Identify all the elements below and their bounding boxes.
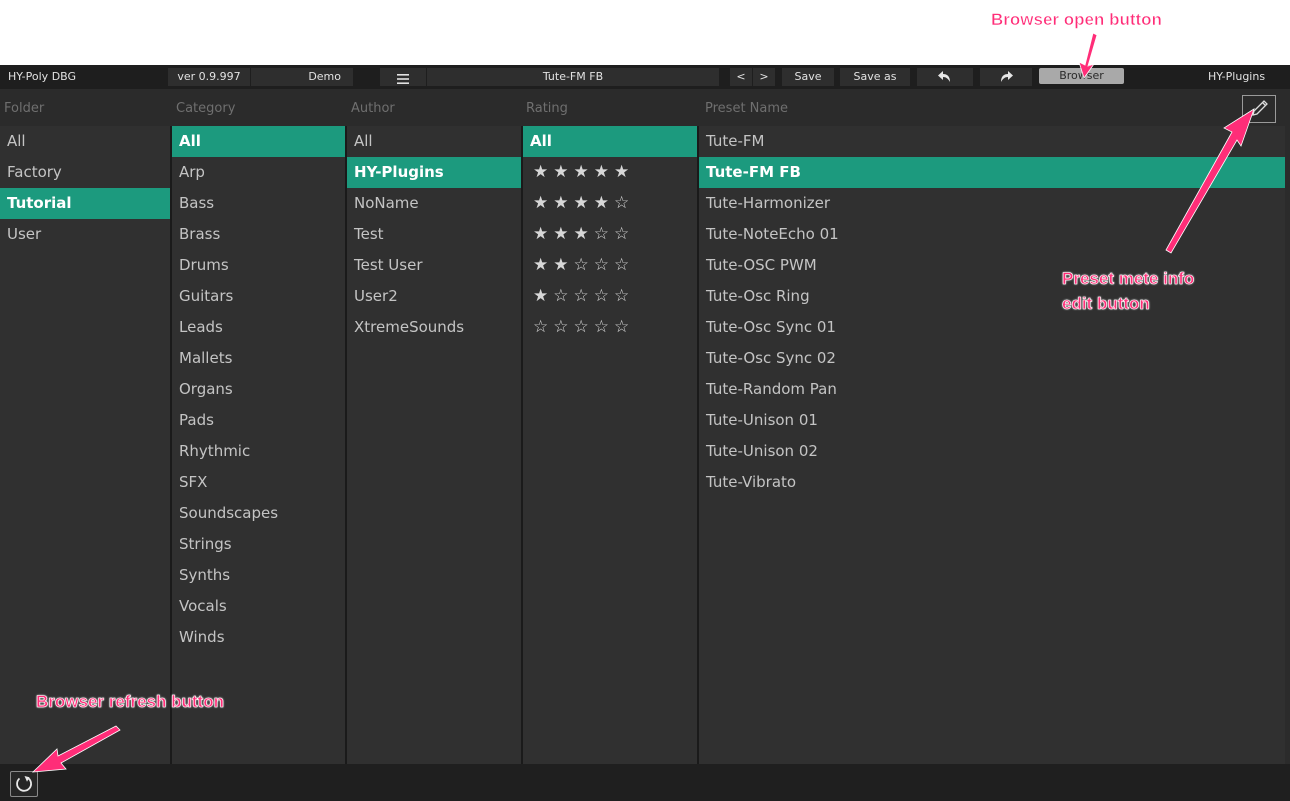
folder-list: All Factory Tutorial User <box>0 126 170 764</box>
rating-item[interactable]: All <box>523 126 697 157</box>
category-item[interactable]: SFX <box>172 467 345 498</box>
rating-list: All ★★★★★ ★★★★☆ ★★★☆☆ ★★☆☆☆ ★☆☆☆☆ ☆☆☆☆☆ <box>523 126 697 764</box>
folder-header: Folder <box>4 101 45 116</box>
rating-item[interactable]: ★★☆☆☆ <box>523 250 697 281</box>
demo-mode-button[interactable]: Demo <box>251 68 353 86</box>
annotation-browser-open: Browser open button <box>991 10 1163 30</box>
author-item[interactable]: XtremeSounds <box>347 312 521 343</box>
plugin-name: HY-Poly DBG <box>8 70 77 83</box>
author-item[interactable]: HY-Plugins <box>347 157 521 188</box>
hamburger-icon <box>397 72 409 84</box>
folder-item[interactable]: Tutorial <box>0 188 170 219</box>
next-preset-button[interactable]: > <box>753 68 775 86</box>
undo-button[interactable] <box>917 68 973 86</box>
redo-button[interactable] <box>980 68 1032 86</box>
top-bar: HY-Poly DBG ver 0.9.997 Demo Tute-FM FB … <box>0 65 1290 89</box>
pencil-icon <box>1243 100 1275 126</box>
category-item[interactable]: Brass <box>172 219 345 250</box>
category-item[interactable]: Soundscapes <box>172 498 345 529</box>
author-header: Author <box>351 101 395 116</box>
category-item[interactable]: Rhythmic <box>172 436 345 467</box>
preset-item[interactable]: Tute-Vibrato <box>699 467 1285 498</box>
preset-item[interactable]: Tute-OSC PWM <box>699 250 1285 281</box>
preset-item[interactable]: Tute-FM FB <box>699 157 1285 188</box>
rating-item[interactable]: ★★★☆☆ <box>523 219 697 250</box>
category-item[interactable]: Bass <box>172 188 345 219</box>
bottom-bar <box>0 764 1290 801</box>
category-item[interactable]: Mallets <box>172 343 345 374</box>
rating-header: Rating <box>526 101 568 116</box>
preset-item[interactable]: Tute-Random Pan <box>699 374 1285 405</box>
author-item[interactable]: NoName <box>347 188 521 219</box>
redo-icon <box>999 71 1013 87</box>
category-item[interactable]: Vocals <box>172 591 345 622</box>
preset-item[interactable]: Tute-FM <box>699 126 1285 157</box>
category-item[interactable]: Organs <box>172 374 345 405</box>
annotation-preset-edit-line2: edit button <box>1062 294 1150 314</box>
category-item[interactable]: Drums <box>172 250 345 281</box>
rating-item[interactable]: ★★★★★ <box>523 157 697 188</box>
category-item[interactable]: Leads <box>172 312 345 343</box>
category-list: All Arp Bass Brass Drums Guitars Leads Mallets O… <box>172 126 345 764</box>
browser-open-button[interactable]: Browser <box>1039 68 1124 84</box>
browser-refresh-button[interactable] <box>10 771 38 797</box>
preset-item[interactable]: Tute-Unison 02 <box>699 436 1285 467</box>
refresh-icon <box>11 776 37 800</box>
preset-item[interactable]: Tute-Unison 01 <box>699 405 1285 436</box>
undo-icon <box>938 71 952 87</box>
category-item[interactable]: All <box>172 126 345 157</box>
folder-item[interactable]: Factory <box>0 157 170 188</box>
preset-list: Tute-FM Tute-FM FB Tute-Harmonizer Tute-Not… <box>699 126 1285 764</box>
author-item[interactable]: User2 <box>347 281 521 312</box>
preset-item[interactable]: Tute-Osc Ring <box>699 281 1285 312</box>
category-item[interactable]: Synths <box>172 560 345 591</box>
preset-item[interactable]: Tute-Osc Sync 01 <box>699 312 1285 343</box>
menu-button[interactable] <box>380 68 426 86</box>
preset-meta-edit-button[interactable] <box>1242 95 1276 123</box>
category-item[interactable]: Pads <box>172 405 345 436</box>
category-item[interactable]: Arp <box>172 157 345 188</box>
preset-item[interactable]: Tute-Osc Sync 02 <box>699 343 1285 374</box>
preset-name-display[interactable]: Tute-FM FB <box>427 68 719 86</box>
annotation-refresh: Browser refresh button <box>36 692 225 712</box>
category-item[interactable]: Guitars <box>172 281 345 312</box>
folder-item[interactable]: All <box>0 126 170 157</box>
rating-item[interactable]: ★☆☆☆☆ <box>523 281 697 312</box>
category-header: Category <box>176 101 236 116</box>
vendor-name: HY-Plugins <box>1208 70 1266 83</box>
author-list: All HY-Plugins NoName Test Test User User2 Xtr… <box>347 126 521 764</box>
preset-item[interactable]: Tute-NoteEcho 01 <box>699 219 1285 250</box>
version-label: ver 0.9.997 <box>168 68 250 86</box>
preset-name-header: Preset Name <box>705 101 789 116</box>
annotation-preset-edit-line1: Preset mete info <box>1062 269 1195 289</box>
folder-item[interactable]: User <box>0 219 170 250</box>
prev-preset-button[interactable]: < <box>730 68 752 86</box>
category-item[interactable]: Winds <box>172 622 345 653</box>
preset-item[interactable]: Tute-Harmonizer <box>699 188 1285 219</box>
save-as-button[interactable]: Save as <box>840 68 910 86</box>
rating-item[interactable]: ☆☆☆☆☆ <box>523 312 697 343</box>
save-button[interactable]: Save <box>782 68 834 86</box>
category-item[interactable]: Strings <box>172 529 345 560</box>
author-item[interactable]: Test <box>347 219 521 250</box>
author-item[interactable]: Test User <box>347 250 521 281</box>
rating-item[interactable]: ★★★★☆ <box>523 188 697 219</box>
author-item[interactable]: All <box>347 126 521 157</box>
